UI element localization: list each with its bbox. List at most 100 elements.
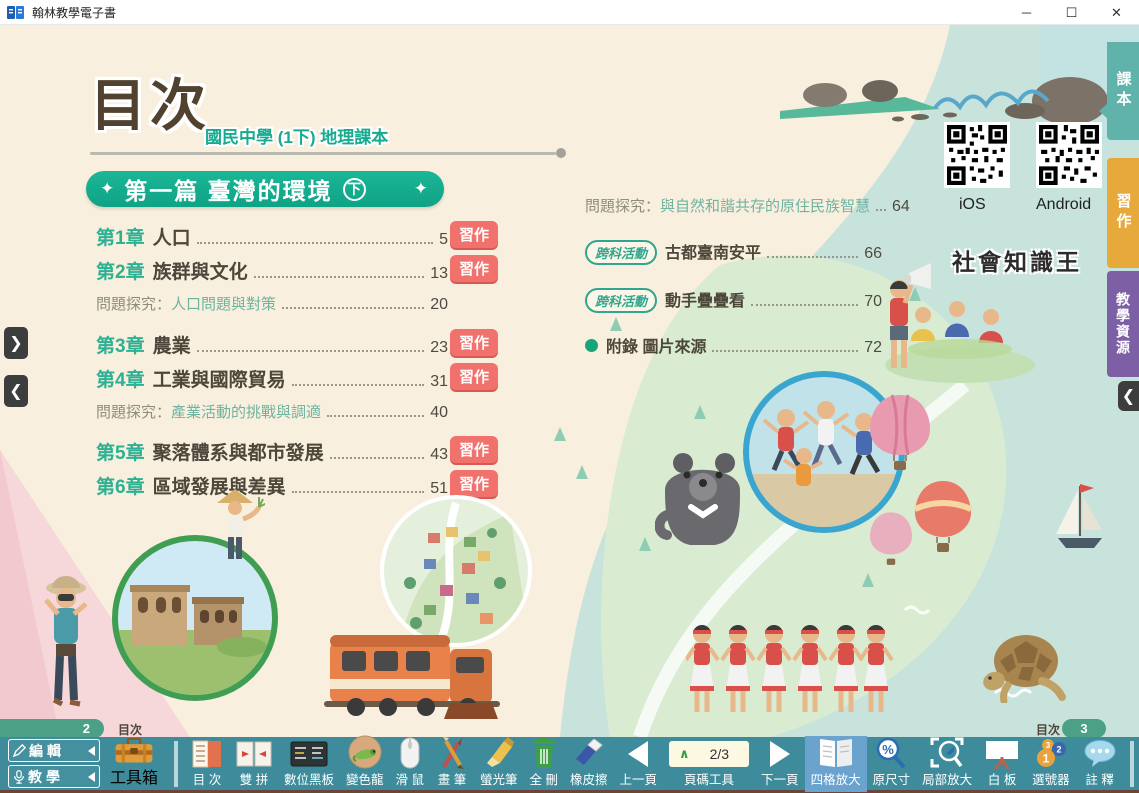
tool-highlighter[interactable]: 螢光筆: [474, 736, 524, 792]
explore-prefix: 問題探究：: [96, 401, 171, 422]
tool-dual-page[interactable]: 雙 拼: [230, 736, 278, 792]
explore-title: 人口問題與對策: [171, 293, 276, 314]
dot-leader: [197, 242, 434, 244]
eraser-icon: [572, 739, 606, 769]
toc-row-chapter5[interactable]: 第5章 聚落體系與都市發展 43: [96, 438, 448, 465]
tool-prev-page[interactable]: 上一頁: [614, 736, 664, 792]
appendix-title: 附錄 圖片來源: [606, 333, 706, 357]
toc-row-chapter1[interactable]: 第1章 人口 5: [96, 223, 448, 250]
region-zoom-icon: [930, 737, 964, 769]
activity-title: 古都臺南安平: [665, 239, 761, 263]
section-banner-text: 第一篇 臺灣的環境: [124, 172, 332, 206]
chameleon-icon: [348, 735, 382, 769]
page-number: 31: [430, 373, 448, 391]
edit-mode-button[interactable]: 編輯: [8, 739, 100, 762]
qr-label-ios: iOS: [959, 196, 986, 214]
right-panel-toggle-button[interactable]: ❮: [1118, 381, 1139, 411]
toc-row-appendix[interactable]: 附錄 圖片來源 72: [585, 333, 882, 357]
toolbox-icon: [108, 738, 160, 764]
tool-pen[interactable]: 畫 筆: [430, 736, 474, 792]
explore-prefix: 問題探究：: [96, 293, 171, 314]
tab-resources-label: 教學資源: [1113, 292, 1133, 356]
tab-workbook[interactable]: 習作: [1107, 158, 1139, 268]
toc-row-cross2[interactable]: 跨科活動 動手疊疊看 70: [585, 287, 882, 313]
chapter-number: 第1章: [96, 223, 145, 250]
tool-number-picker[interactable]: 3 2 1 選號器: [1026, 736, 1076, 792]
panel-open-button[interactable]: ❯: [4, 327, 28, 359]
right-page-number: 3: [1080, 721, 1087, 736]
chapter-title: 工業與國際貿易: [153, 365, 286, 392]
window-title: 翰林教學電子書: [32, 4, 116, 21]
tool-eraser[interactable]: 橡皮擦: [564, 736, 614, 792]
collapse-left-icon: [88, 772, 95, 782]
workbook-badge-ch1[interactable]: 習作: [450, 221, 498, 248]
toc-row-chapter4[interactable]: 第4章 工業與國際貿易 31: [96, 365, 448, 392]
explore-title: 產業活動的挑戰與調適: [171, 401, 321, 422]
tool-delete-all[interactable]: 全 刪: [524, 736, 564, 792]
tool-digital-blackboard[interactable]: 數位黑板: [278, 736, 340, 792]
workbook-badge-ch5[interactable]: 習作: [450, 436, 498, 463]
page-number-input[interactable]: ∧ 2/3: [669, 741, 749, 767]
tool-region-zoom[interactable]: 局部放大: [916, 736, 978, 792]
tool-original-size[interactable]: % 原尺寸: [867, 736, 917, 792]
dual-page-icon: [236, 739, 272, 769]
tool-next-page[interactable]: 下一頁: [755, 736, 805, 792]
page-number: 43: [430, 446, 448, 464]
dot-leader: [327, 415, 424, 417]
chapter-title: 人口: [153, 223, 191, 250]
original-size-icon: %: [875, 737, 907, 769]
left-page-number: 2: [83, 721, 90, 736]
left-page-number-pill: 2: [0, 719, 104, 737]
page-title: 目次: [90, 61, 210, 142]
toc-row-chapter2[interactable]: 第2章 族群與文化 13: [96, 257, 448, 284]
mouse-icon: [399, 737, 421, 769]
toc-row-explore1[interactable]: 問題探究： 人口問題與對策 20: [96, 293, 448, 314]
maximize-button[interactable]: ☐: [1049, 0, 1094, 25]
tab-textbook-label: 課本: [1113, 71, 1134, 111]
svg-text:2: 2: [1056, 744, 1061, 754]
page-number: 23: [430, 339, 448, 357]
tool-quad-zoom[interactable]: 四格放大: [805, 736, 867, 792]
blackboard-icon: [290, 740, 328, 768]
tool-page-number[interactable]: ∧ 2/3 頁碼工具: [663, 736, 755, 792]
tool-annotation[interactable]: 註 釋: [1076, 736, 1124, 792]
qr-code-android: [1036, 122, 1102, 188]
toolbox-button[interactable]: 工具箱: [100, 736, 168, 792]
dot-leader: [767, 256, 858, 258]
chapter-title: 農業: [153, 331, 191, 358]
minimize-button[interactable]: ─: [1004, 0, 1049, 25]
toc-row-explore3[interactable]: 問題探究： 與自然和諧共存的原住民族智慧 64: [585, 195, 882, 216]
dot-leader: [712, 350, 858, 352]
workbook-badge-ch2[interactable]: 習作: [450, 255, 498, 282]
workbook-badge-ch4[interactable]: 習作: [450, 363, 498, 390]
quad-zoom-book-icon: [817, 737, 855, 769]
tab-textbook[interactable]: 課本: [1107, 42, 1139, 140]
teach-mode-button[interactable]: 教學: [8, 765, 100, 788]
trash-icon: [530, 737, 558, 769]
workbook-badge-ch3[interactable]: 習作: [450, 329, 498, 356]
farmer-illustration: [205, 487, 265, 567]
tab-resources[interactable]: 教學資源: [1107, 271, 1139, 377]
sea-turtle-illustration: [978, 623, 1068, 703]
dot-leader: [330, 457, 425, 459]
section-banner: ✦ 第一篇 臺灣的環境 下 ✦: [86, 171, 444, 207]
toc-row-cross1[interactable]: 跨科活動 古都臺南安平 66: [585, 239, 882, 265]
toc-row-explore2[interactable]: 問題探究： 產業活動的挑戰與調適 40: [96, 401, 448, 422]
pen-brush-icon: [436, 737, 468, 769]
pencil-icon: [13, 744, 26, 757]
tool-whiteboard[interactable]: 白 板: [978, 736, 1026, 792]
close-button[interactable]: ✕: [1094, 0, 1139, 25]
tool-toc[interactable]: 目 次: [184, 736, 230, 792]
chapter-number: 第5章: [96, 438, 145, 465]
tool-mouse[interactable]: 滑 鼠: [390, 736, 430, 792]
page-indicator: 2/3: [700, 746, 739, 762]
toc-row-chapter3[interactable]: 第3章 農業 23: [96, 331, 448, 358]
dot-leader: [876, 209, 886, 211]
panel-close-button[interactable]: ❮: [4, 375, 28, 407]
sitting-people-group: [905, 293, 1015, 363]
active-tab-pointer: [1099, 103, 1108, 119]
sparkle-icon: ✦: [100, 179, 114, 199]
tool-chameleon[interactable]: 變色龍: [340, 736, 390, 792]
page-up-icon[interactable]: ∧: [679, 746, 690, 762]
window-titlebar: 翰林教學電子書 ─ ☐ ✕: [0, 0, 1139, 25]
